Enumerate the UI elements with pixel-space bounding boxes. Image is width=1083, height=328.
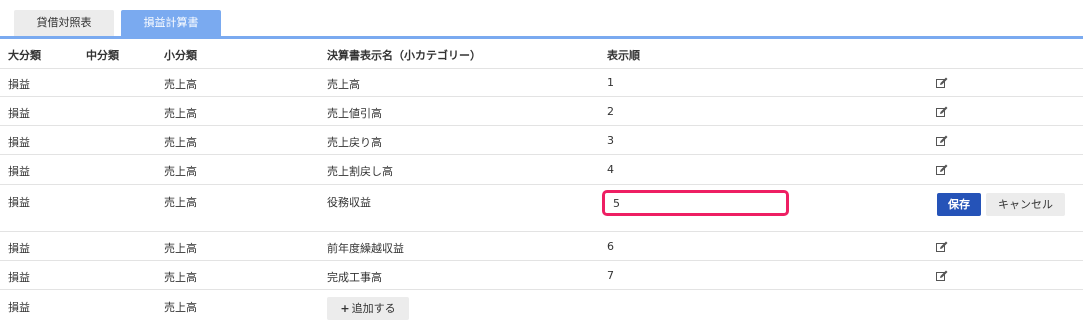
edit-icon[interactable]	[936, 241, 948, 253]
cell-major: 損益	[8, 78, 30, 91]
cell-major: 損益	[8, 301, 30, 314]
cell-display-name: 前年度繰越収益	[327, 242, 404, 255]
edit-icon[interactable]	[936, 135, 948, 147]
table-row: 損益 売上高 売上高 1	[0, 68, 1083, 97]
cell-display-name: 売上割戻し高	[327, 165, 393, 178]
cell-major: 損益	[8, 242, 30, 255]
add-button-label: 追加する	[351, 302, 396, 315]
cell-major: 損益	[8, 136, 30, 149]
plus-icon: +	[340, 302, 350, 315]
cell-display-order: 1	[607, 76, 614, 89]
cell-display-name: 役務収益	[327, 196, 371, 209]
cell-display-name: 売上戻り高	[327, 136, 382, 149]
cell-minor: 売上高	[164, 107, 197, 120]
cell-display-order: 2	[607, 105, 614, 118]
header-major-category: 大分類	[8, 49, 41, 62]
cell-major: 損益	[8, 196, 30, 209]
save-button[interactable]: 保存	[937, 193, 981, 216]
display-order-input[interactable]	[602, 190, 789, 216]
edit-icon[interactable]	[936, 106, 948, 118]
cell-major: 損益	[8, 165, 30, 178]
cell-minor: 売上高	[164, 165, 197, 178]
cell-display-order: 7	[607, 269, 614, 282]
cell-display-order: 4	[607, 163, 614, 176]
cell-minor: 売上高	[164, 271, 197, 284]
cell-minor: 売上高	[164, 242, 197, 255]
table-row: 損益 売上高 前年度繰越収益 6	[0, 232, 1083, 261]
tab-income-statement[interactable]: 損益計算書	[121, 10, 221, 36]
cell-display-name: 売上値引高	[327, 107, 382, 120]
header-display-name: 決算書表示名（小カテゴリー）	[327, 49, 481, 62]
cell-minor: 売上高	[164, 301, 197, 314]
add-row: 損益 売上高 + 追加する	[0, 290, 1083, 327]
cancel-button[interactable]: キャンセル	[986, 193, 1065, 216]
header-mid-category: 中分類	[86, 49, 119, 62]
header-minor-category: 小分類	[164, 49, 197, 62]
cell-display-order: 3	[607, 134, 614, 147]
table-row: 損益 売上高 売上戻り高 3	[0, 126, 1083, 155]
edit-icon[interactable]	[936, 77, 948, 89]
edit-icon[interactable]	[936, 164, 948, 176]
tab-balance-sheet[interactable]: 貸借対照表	[14, 10, 114, 36]
cell-display-name: 完成工事高	[327, 271, 382, 284]
table-header: 大分類 中分類 小分類 決算書表示名（小カテゴリー） 表示順	[0, 39, 1083, 69]
header-display-order: 表示順	[607, 49, 640, 62]
table-row: 損益 売上高 売上割戻し高 4	[0, 155, 1083, 185]
cell-minor: 売上高	[164, 136, 197, 149]
add-button[interactable]: + 追加する	[327, 297, 409, 320]
cell-minor: 売上高	[164, 196, 197, 209]
edit-icon[interactable]	[936, 270, 948, 282]
table-row: 損益 売上高 売上値引高 2	[0, 97, 1083, 126]
cell-major: 損益	[8, 107, 30, 120]
cell-display-order: 6	[607, 240, 614, 253]
cell-display-name: 売上高	[327, 78, 360, 91]
cell-minor: 売上高	[164, 78, 197, 91]
table-row-editing: 損益 売上高 役務収益 保存 キャンセル	[0, 185, 1083, 232]
table-row: 損益 売上高 完成工事高 7	[0, 261, 1083, 290]
cell-major: 損益	[8, 271, 30, 284]
